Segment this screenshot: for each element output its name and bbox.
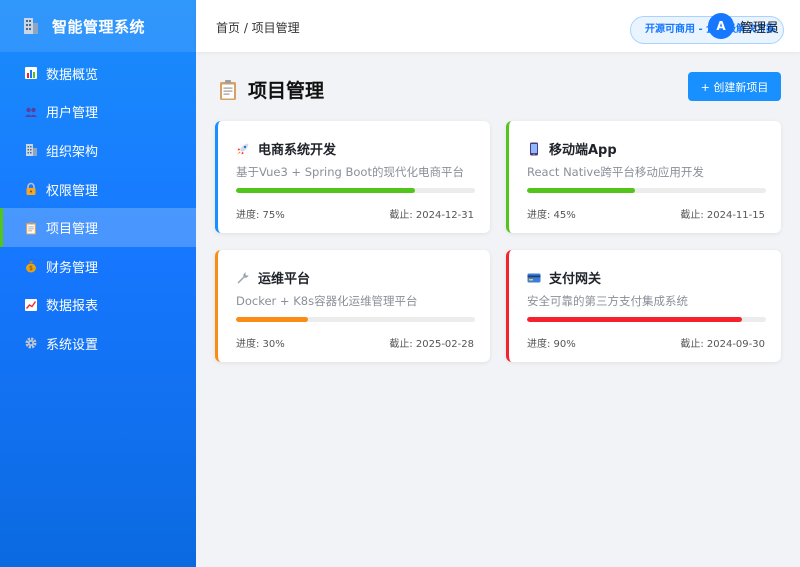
progress-label: 进度: 75%	[236, 210, 285, 221]
logo-row: 智能管理系统	[0, 0, 196, 52]
sidebar-item-label: 用户管理	[46, 106, 99, 122]
project-description: Docker + K8s容器化运维管理平台	[236, 294, 418, 308]
sidebar-item-reports[interactable]: 数据报表	[0, 286, 196, 325]
deadline-label: 截止: 2024-09-30	[680, 339, 765, 350]
sidebar-item-label: 数据概览	[46, 67, 99, 83]
sidebar-item-label: 项目管理	[46, 222, 99, 238]
page-title-row: 项目管理	[218, 76, 324, 103]
card-head: 电商系统开发	[236, 139, 336, 158]
breadcrumb[interactable]: 首页 / 项目管理	[216, 19, 300, 36]
sidebar-item-label: 数据报表	[46, 299, 99, 315]
sidebar-item-label: 财务管理	[46, 260, 99, 276]
avatar[interactable]: A	[708, 13, 734, 39]
sidebar-item-label: 权限管理	[46, 183, 99, 199]
building-icon	[24, 143, 38, 157]
project-card-mobile-app[interactable]: 移动端App React Native跨平台移动应用开发 进度: 45% 截止:…	[506, 121, 781, 233]
sidebar-item-label: 系统设置	[46, 337, 99, 353]
sidebar-item-overview[interactable]: 数据概览	[0, 54, 196, 93]
gear-icon	[24, 336, 38, 350]
clipboard-icon	[24, 221, 38, 235]
mobile-phone-icon	[527, 142, 541, 156]
progress-fill	[236, 317, 308, 322]
bar-chart-icon	[24, 66, 38, 80]
svg-text:$: $	[29, 265, 33, 272]
project-card-ecommerce[interactable]: 电商系统开发 基于Vue3 + Spring Boot的现代化电商平台 进度: …	[215, 121, 490, 233]
sidebar-item-finance[interactable]: $ 财务管理	[0, 247, 196, 286]
project-description: 基于Vue3 + Spring Boot的现代化电商平台	[236, 165, 464, 179]
card-head: 运维平台	[236, 268, 310, 287]
wrench-icon	[236, 271, 250, 285]
project-title[interactable]: 运维平台	[258, 268, 310, 287]
clipboard-icon	[218, 79, 238, 101]
progress-label: 进度: 90%	[527, 339, 576, 350]
progress-fill	[236, 188, 416, 193]
lock-icon	[24, 182, 38, 196]
sidebar: 智能管理系统 数据概览 用户管理 组织架构 权限管理 项目管理 $ 财务管理 数…	[0, 0, 196, 567]
project-card-payment-gateway[interactable]: 支付网关 安全可靠的第三方支付集成系统 进度: 90% 截止: 2024-09-…	[506, 250, 781, 362]
users-icon	[24, 105, 38, 119]
progress-label: 进度: 30%	[236, 339, 285, 350]
user-menu[interactable]: A 管理员	[708, 13, 779, 39]
line-chart-icon	[24, 298, 38, 312]
card-head: 支付网关	[527, 268, 601, 287]
project-title[interactable]: 移动端App	[549, 139, 617, 158]
sidebar-menu: 数据概览 用户管理 组织架构 权限管理 项目管理 $ 财务管理 数据报表 系统设…	[0, 54, 196, 363]
sidebar-item-permissions[interactable]: 权限管理	[0, 170, 196, 209]
credit-card-icon	[527, 271, 541, 285]
top-header: 首页 / 项目管理 开源可商用 - 企业级解决方案 A 管理员	[196, 0, 800, 52]
building-logo-icon	[22, 17, 40, 35]
project-card-ops-platform[interactable]: 运维平台 Docker + K8s容器化运维管理平台 进度: 30% 截止: 2…	[215, 250, 490, 362]
project-description: 安全可靠的第三方支付集成系统	[527, 294, 688, 308]
progress-bar	[236, 188, 475, 193]
deadline-label: 截止: 2024-12-31	[389, 210, 474, 221]
sidebar-item-organization[interactable]: 组织架构	[0, 131, 196, 170]
rocket-icon	[236, 142, 250, 156]
project-title[interactable]: 支付网关	[549, 268, 601, 287]
user-name[interactable]: 管理员	[740, 17, 779, 36]
progress-bar	[527, 317, 766, 322]
deadline-label: 截止: 2025-02-28	[389, 339, 474, 350]
money-bag-icon: $	[24, 259, 38, 273]
project-title[interactable]: 电商系统开发	[258, 139, 336, 158]
create-project-button[interactable]: + 创建新项目	[688, 72, 781, 101]
page-title: 项目管理	[248, 80, 325, 102]
sidebar-item-label: 组织架构	[46, 144, 99, 160]
progress-bar	[236, 317, 475, 322]
deadline-label: 截止: 2024-11-15	[680, 210, 765, 221]
project-description: React Native跨平台移动应用开发	[527, 165, 704, 179]
card-head: 移动端App	[527, 139, 617, 158]
progress-bar	[527, 188, 766, 193]
progress-fill	[527, 317, 743, 322]
sidebar-item-projects[interactable]: 项目管理	[0, 208, 196, 247]
progress-fill	[527, 188, 635, 193]
progress-label: 进度: 45%	[527, 210, 576, 221]
sidebar-item-settings[interactable]: 系统设置	[0, 324, 196, 363]
sidebar-item-users[interactable]: 用户管理	[0, 93, 196, 132]
app-title: 智能管理系统	[52, 17, 146, 36]
